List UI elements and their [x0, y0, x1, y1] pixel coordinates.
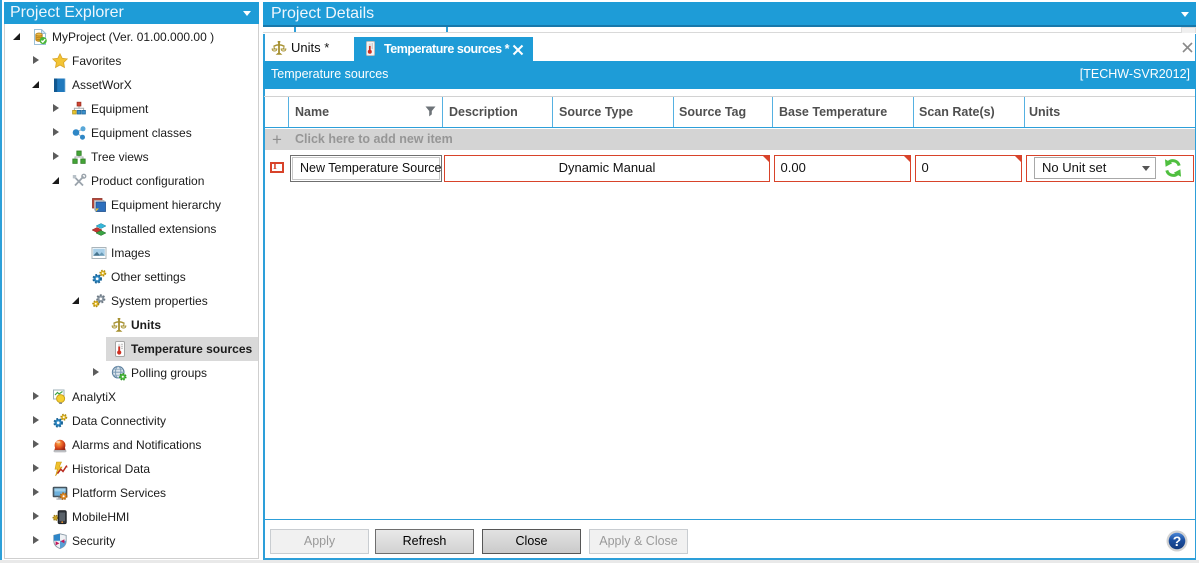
svg-text:?: ? [1173, 533, 1182, 549]
